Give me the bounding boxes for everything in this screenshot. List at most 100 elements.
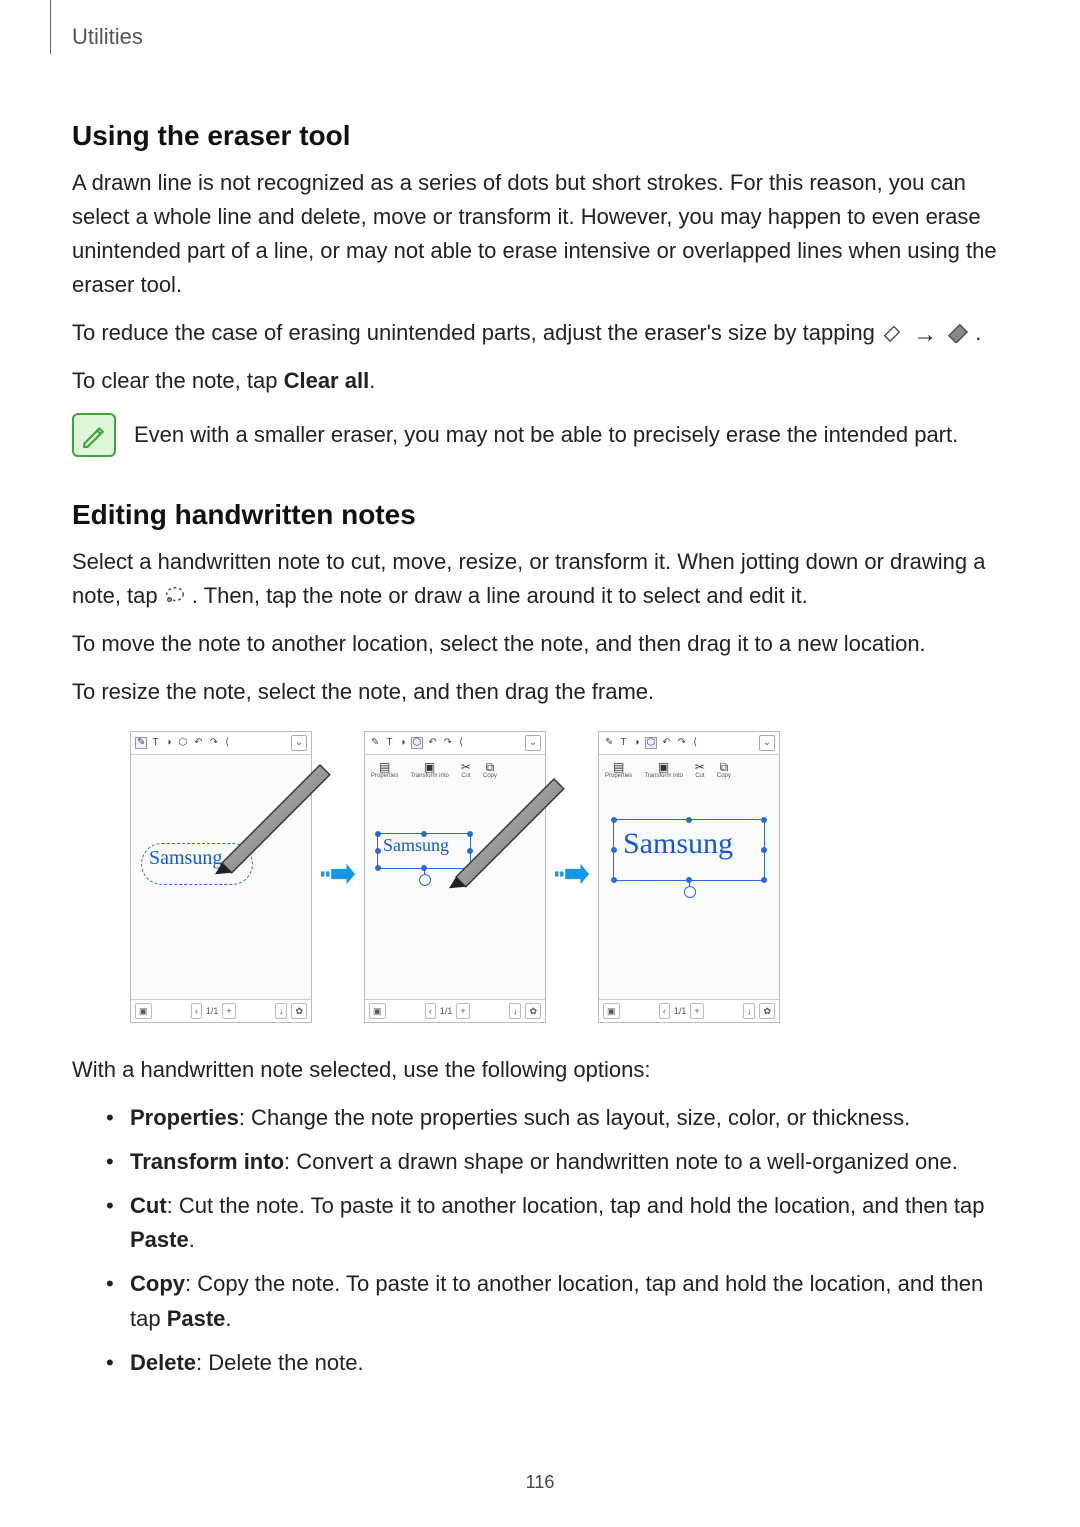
option-desc: : Delete the note. [196, 1350, 364, 1375]
option-desc: : Copy the note. To paste it to another … [130, 1271, 983, 1330]
rotate-handle-icon [684, 886, 696, 898]
paragraph: To resize the note, select the note, and… [72, 675, 1008, 709]
tool-icon: ◑ [398, 737, 408, 749]
option-desc: : Cut the note. To paste it to another l… [167, 1193, 985, 1218]
content: Using the eraser tool A drawn line is no… [72, 120, 1008, 1380]
option-term: Properties [130, 1105, 239, 1130]
edit-item-properties: ▤Properties [371, 761, 398, 779]
screenshot-statusbar: ▣ ‹ 1/1 + ↓ ✿ [365, 999, 545, 1022]
tool-icon: ⬡ [177, 737, 190, 749]
status-icon: ↓ [743, 1003, 756, 1019]
tool-icon: ⟨ [691, 737, 699, 749]
option-term: Copy [130, 1271, 185, 1296]
tool-icon: ↷ [676, 737, 688, 749]
copy-icon: ⧉ [717, 761, 731, 773]
tool-icon: ↶ [660, 737, 672, 749]
settings-icon: ✿ [525, 1003, 541, 1019]
tool-icon: T [150, 737, 160, 749]
settings-icon: ✿ [759, 1003, 775, 1019]
page-counter: 1/1 [674, 1006, 687, 1016]
stylus-icon [201, 737, 341, 877]
list-item: Copy: Copy the note. To paste it to anot… [102, 1267, 1008, 1335]
screenshot-step-1: ✎ T ◑ ⬡ ↶ ↷ ⟨ ⌄ Samsung [130, 731, 312, 1023]
screenshot-canvas: ▤Properties ▣Transform into ✂Cut ⧉Copy S… [599, 755, 779, 999]
text: . [975, 320, 981, 345]
option-desc: . [225, 1306, 231, 1331]
tool-icon: ↷ [442, 737, 454, 749]
paragraph: To move the note to another location, se… [72, 627, 1008, 661]
list-item: Delete: Delete the note. [102, 1346, 1008, 1380]
page-prev-icon: ‹ [659, 1003, 670, 1019]
heading-editing: Editing handwritten notes [72, 499, 1008, 531]
option-term: Transform into [130, 1149, 284, 1174]
edit-label: Transform into [644, 773, 682, 779]
cut-icon: ✂ [695, 761, 705, 773]
text: . [369, 368, 375, 393]
collapse-icon: ⌄ [525, 735, 541, 751]
lasso-select-icon [164, 584, 186, 606]
edit-item-copy: ⧉Copy [717, 761, 731, 779]
option-term: Cut [130, 1193, 167, 1218]
arrow-right-icon: → [913, 323, 937, 347]
edit-label: Cut [695, 773, 705, 779]
screenshot-step-3: ✎ T ◑ ⬡ ↶ ↷ ⟨ ⌄ ▤Properties ▣Transform i… [598, 731, 780, 1023]
heading-eraser: Using the eraser tool [72, 120, 1008, 152]
page-counter: 1/1 [206, 1006, 219, 1016]
manual-page: Utilities Using the eraser tool A drawn … [0, 0, 1080, 1527]
selection-edit-bar: ▤Properties ▣Transform into ✂Cut ⧉Copy [605, 761, 773, 795]
option-desc: . [189, 1227, 195, 1252]
status-icon: ↓ [275, 1003, 288, 1019]
paragraph: To reduce the case of erasing unintended… [72, 316, 1008, 350]
tool-icon: ✎ [369, 737, 381, 749]
screenshot-step-2: ✎ T ◑ ⬡ ↶ ↷ ⟨ ⌄ ▤Properties ▣Transform i… [364, 731, 546, 1023]
edit-item-transform: ▣Transform into [644, 761, 682, 779]
list-item: Properties: Change the note properties s… [102, 1101, 1008, 1135]
page-next-icon: + [456, 1003, 469, 1019]
paragraph: To clear the note, tap Clear all. [72, 364, 1008, 398]
status-icon: ▣ [135, 1003, 152, 1019]
tool-icon: ⟨ [457, 737, 465, 749]
settings-icon: ✿ [291, 1003, 307, 1019]
edit-label: Properties [605, 773, 632, 779]
page-next-icon: + [222, 1003, 235, 1019]
paragraph: A drawn line is not recognized as a seri… [72, 166, 1008, 302]
note-text: Even with a smaller eraser, you may not … [134, 418, 958, 451]
properties-icon: ▤ [605, 761, 632, 773]
page-prev-icon: ‹ [191, 1003, 202, 1019]
status-icon: ▣ [369, 1003, 386, 1019]
tool-icon: ✎ [603, 737, 615, 749]
screenshot-statusbar: ▣ ‹ 1/1 + ↓ ✿ [131, 999, 311, 1022]
screenshot-toolbar: ✎ T ◑ ⬡ ↶ ↷ ⟨ ⌄ [599, 732, 779, 755]
bold-text: Paste [167, 1306, 226, 1331]
properties-icon: ▤ [371, 761, 398, 773]
page-counter: 1/1 [440, 1006, 453, 1016]
edit-item-cut: ✂Cut [695, 761, 705, 779]
tool-icon: ⬡ [645, 737, 658, 749]
text: To reduce the case of erasing unintended… [72, 320, 881, 345]
status-icon: ↓ [509, 1003, 522, 1019]
tool-icon: ✎ [135, 737, 147, 749]
collapse-icon: ⌄ [759, 735, 775, 751]
screenshot-canvas: ▤Properties ▣Transform into ✂Cut ⧉Copy S… [365, 755, 545, 999]
page-prev-icon: ‹ [425, 1003, 436, 1019]
options-list: Properties: Change the note properties s… [102, 1101, 1008, 1380]
option-desc: : Convert a drawn shape or handwritten n… [284, 1149, 958, 1174]
stylus-icon [435, 751, 575, 891]
eraser-large-icon [947, 321, 969, 343]
edit-label: Properties [371, 773, 398, 779]
tool-icon: T [384, 737, 394, 749]
text: . Then, tap the note or draw a line arou… [192, 583, 808, 608]
list-item: Cut: Cut the note. To paste it to anothe… [102, 1189, 1008, 1257]
page-number: 116 [0, 1472, 1080, 1493]
note-callout: Even with a smaller eraser, you may not … [72, 413, 1008, 457]
transform-icon: ▣ [644, 761, 682, 773]
tool-icon: ↶ [426, 737, 438, 749]
edit-item-properties: ▤Properties [605, 761, 632, 779]
screenshot-sequence: ✎ T ◑ ⬡ ↶ ↷ ⟨ ⌄ Samsung [130, 731, 1008, 1023]
tool-icon: ◑ [164, 737, 174, 749]
paragraph: Select a handwritten note to cut, move, … [72, 545, 1008, 613]
option-term: Delete [130, 1350, 196, 1375]
tool-icon: ◑ [632, 737, 642, 749]
note-icon [72, 413, 116, 457]
option-desc: : Change the note properties such as lay… [239, 1105, 910, 1130]
